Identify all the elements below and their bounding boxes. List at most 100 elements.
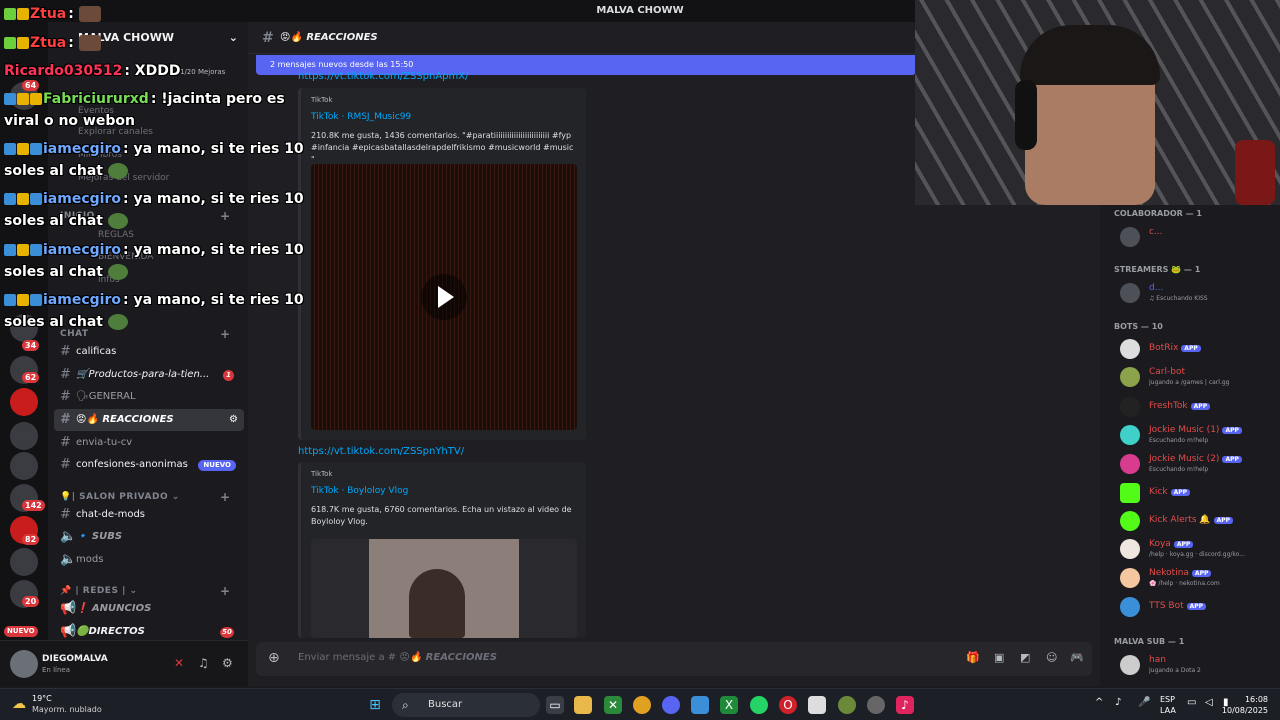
member-item[interactable]: c... <box>1120 225 1275 249</box>
channel-subs[interactable]: 🔈 🔹 SUBS <box>54 526 244 548</box>
emoji-icon[interactable]: ☺ <box>1046 651 1057 664</box>
server-icon[interactable] <box>10 388 38 416</box>
webcam-overlay <box>915 0 1280 205</box>
plus-icon[interactable]: + <box>220 490 231 504</box>
channel-calificas[interactable]: # calificas <box>54 341 244 363</box>
avatar <box>1120 568 1140 588</box>
obs-icon[interactable] <box>867 696 885 714</box>
member-item[interactable]: Kick Alerts 🔔 APP <box>1120 509 1275 533</box>
weather-desc[interactable]: Mayorm. nublado <box>32 705 102 714</box>
chat-line-continued: soles al chat <box>4 314 128 330</box>
sticker-icon[interactable]: ◩ <box>1020 651 1030 664</box>
file-explorer-icon[interactable] <box>574 696 592 714</box>
member-item[interactable]: Kick APP <box>1120 481 1275 505</box>
channel-productos[interactable]: # 🛒Productos-para-la-tien... 1 <box>54 364 244 386</box>
video-thumbnail[interactable] <box>311 164 577 430</box>
settings-icon[interactable]: ⚙ <box>229 409 238 431</box>
member-item[interactable]: Nekotina APP 🌸 /help · nekotina.com <box>1120 566 1275 590</box>
member-name: TTS Bot <box>1149 601 1184 611</box>
store-icon[interactable] <box>691 696 709 714</box>
app-icon[interactable] <box>838 696 856 714</box>
app-badge: APP <box>1181 345 1201 352</box>
app-icon[interactable] <box>808 696 826 714</box>
member-item[interactable]: d... ♫ Escuchando KISS <box>1120 281 1275 305</box>
member-item[interactable]: Carl-bot Jugando a /games | carl.gg <box>1120 365 1275 389</box>
channel-label: 😡🔥 REACCIONES <box>76 414 174 425</box>
member-item[interactable]: han Jugando a Dota 2 <box>1120 653 1275 677</box>
channel-envia-tu-cv[interactable]: # envia-tu-cv <box>54 432 244 454</box>
mic-icon[interactable]: 🎤 <box>1138 697 1150 708</box>
embed-title[interactable]: TikTok · RMSJ_Music99 <box>311 112 411 122</box>
chrome-icon[interactable] <box>633 696 651 714</box>
member-name: d... <box>1149 283 1164 293</box>
chevron-up-icon[interactable]: ^ <box>1095 697 1103 708</box>
speaker-icon[interactable]: ◁ <box>1205 697 1213 708</box>
member-item[interactable]: Jockie Music (2) APP Escuchando m!help <box>1120 452 1275 476</box>
add-attachment-icon[interactable]: ⊕ <box>268 650 280 666</box>
badge-icon <box>4 193 16 205</box>
channel-chat-de-mods[interactable]: # chat-de-mods <box>54 504 244 526</box>
whatsapp-icon[interactable] <box>750 696 768 714</box>
chat-line: Ztua: <box>4 35 101 51</box>
message-link[interactable]: https://vt.tiktok.com/ZSSpnYhTV/ <box>298 446 464 457</box>
volume-icon[interactable]: ♪ <box>1115 697 1121 708</box>
plus-icon[interactable]: + <box>220 584 231 598</box>
task-view-icon[interactable]: ▭ <box>546 696 564 714</box>
member-item[interactable]: BotRix APP <box>1120 337 1275 361</box>
gift-icon[interactable]: 🎁 <box>966 651 980 664</box>
chat-line: Fabriciururxd: !jacinta pero es <box>4 91 285 107</box>
headphones-icon[interactable]: ♫ <box>198 656 209 670</box>
video-thumbnail[interactable] <box>311 539 577 638</box>
activities-icon[interactable]: 🎮 <box>1070 651 1084 664</box>
channel-confesiones[interactable]: # confesiones-anonimas NUEVO <box>54 454 244 476</box>
server-icon[interactable] <box>10 452 38 480</box>
badge-icon <box>4 93 16 105</box>
member-activity: Jugando a /games | carl.gg <box>1149 379 1230 386</box>
channel-anuncios[interactable]: 📢 ❗ ANUNCIOS <box>54 598 244 620</box>
badge-icon <box>30 143 42 155</box>
mic-muted-icon[interactable]: ✕ <box>174 656 184 670</box>
channel-label: 🔹 SUBS <box>76 531 123 542</box>
channel-label: envia-tu-cv <box>76 437 133 448</box>
member-item[interactable]: Koya APP/help · koya.gg · discord.gg/ko..… <box>1120 537 1275 561</box>
network-icon[interactable]: ▭ <box>1187 697 1196 708</box>
tiktok-embed: TikTok TikTok · RMSJ_Music99 210.8K me g… <box>298 88 586 440</box>
chat-line: iamecgiro: ya mano, si te ries 10 <box>4 141 304 157</box>
tiktok-icon[interactable]: ♪ <box>896 696 914 714</box>
discord-icon[interactable] <box>662 696 680 714</box>
opera-icon[interactable]: O <box>779 696 797 714</box>
message-link[interactable]: https://vt.tiktok.com/ZSSpnApmX/ <box>298 71 468 82</box>
member-item[interactable]: TTS Bot APP <box>1120 595 1275 619</box>
member-item[interactable]: Jockie Music (1) APP Escuchando m!help <box>1120 423 1275 447</box>
chat-line-continued: viral o no webon <box>4 113 135 129</box>
server-icon[interactable] <box>10 422 38 450</box>
channel-reacciones[interactable]: # 😡🔥 REACCIONES ⚙ <box>54 409 244 431</box>
xbox-icon[interactable]: ✕ <box>604 696 622 714</box>
channel-label: confesiones-anonimas <box>76 459 188 470</box>
member-name: FreshTok <box>1149 401 1188 411</box>
unread-count: 50 <box>220 627 234 638</box>
language-indicator[interactable]: ESP LAA <box>1160 694 1176 716</box>
username[interactable]: DIEGOMALVA <box>42 654 108 664</box>
badge-icon <box>4 143 16 155</box>
channel-mods[interactable]: 🔈 mods <box>54 549 244 571</box>
member-item[interactable]: FreshTok APP <box>1120 395 1275 419</box>
avatar <box>1120 227 1140 247</box>
weather-temp[interactable]: 19°C <box>32 694 52 703</box>
member-name: Kick Alerts 🔔 <box>1149 515 1211 525</box>
taskbar-search[interactable]: ⌕ Buscar <box>392 693 540 717</box>
excel-icon[interactable]: X <box>720 696 738 714</box>
message-composer[interactable]: ⊕ Enviar mensaje a # 😡🔥 REACCIONES 🎁 ▣ ◩… <box>256 642 1092 676</box>
thumbnail-person <box>409 569 465 638</box>
embed-title[interactable]: TikTok · Boyloloy Vlog <box>311 486 408 496</box>
new-badge: NUEVO <box>4 626 38 637</box>
server-icon[interactable] <box>10 548 38 576</box>
gif-icon[interactable]: ▣ <box>994 651 1004 664</box>
channel-general[interactable]: # 🗣GENERAL <box>54 386 244 408</box>
clock[interactable]: 16:08 10/08/2025 <box>1222 694 1268 716</box>
gear-icon[interactable]: ⚙ <box>222 656 233 670</box>
start-icon[interactable]: ⊞ <box>366 696 384 714</box>
play-icon[interactable] <box>421 274 467 320</box>
avatar[interactable] <box>10 650 38 678</box>
badge-icon <box>4 294 16 306</box>
